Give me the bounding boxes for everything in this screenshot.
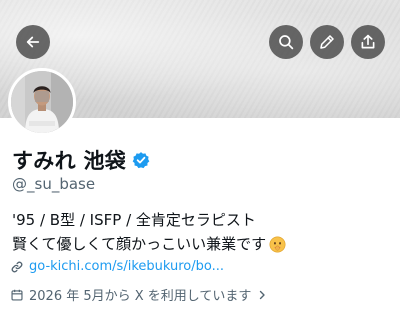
name-row: すみれ 池袋: [12, 145, 150, 175]
share-icon: [361, 34, 375, 49]
arrow-left-icon: [26, 36, 40, 48]
bio-line-text: 賢くて優しくて顔かっこいい兼業です: [12, 235, 267, 253]
back-button[interactable]: [16, 25, 50, 59]
bio-line-text: '95 / B型 / ISFP / 全肯定セラピスト: [12, 211, 256, 229]
pencil-icon: [320, 35, 334, 49]
hushed-face-emoji-icon: [269, 236, 286, 252]
share-button[interactable]: [351, 25, 385, 59]
joined-date-row[interactable]: 2026 年 5月から X を利用しています: [10, 285, 268, 304]
search-button[interactable]: [269, 25, 303, 59]
search-icon: [279, 35, 294, 50]
profile-link[interactable]: go-kichi.com/s/ikebukuro/bo...: [29, 259, 224, 274]
edit-profile-button[interactable]: [310, 25, 344, 59]
avatar-photo: [11, 71, 73, 133]
display-name: すみれ 池袋: [12, 149, 127, 173]
user-handle: @_su_base: [12, 175, 96, 193]
link-icon: [11, 261, 23, 272]
bio-line: '95 / B型 / ISFP / 全肯定セラピスト: [12, 208, 392, 232]
chevron-right-icon: [260, 290, 266, 299]
joined-date-text: 2026 年 5月から X を利用しています: [29, 289, 252, 304]
profile-link-row[interactable]: go-kichi.com/s/ikebukuro/bo...: [10, 259, 224, 274]
verified-badge-icon: [132, 152, 150, 169]
avatar[interactable]: [8, 68, 76, 136]
profile-bio: '95 / B型 / ISFP / 全肯定セラピスト 賢くて優しくて顔かっこいい…: [12, 208, 392, 256]
calendar-icon: [11, 289, 23, 301]
bio-line: 賢くて優しくて顔かっこいい兼業です: [12, 232, 392, 256]
